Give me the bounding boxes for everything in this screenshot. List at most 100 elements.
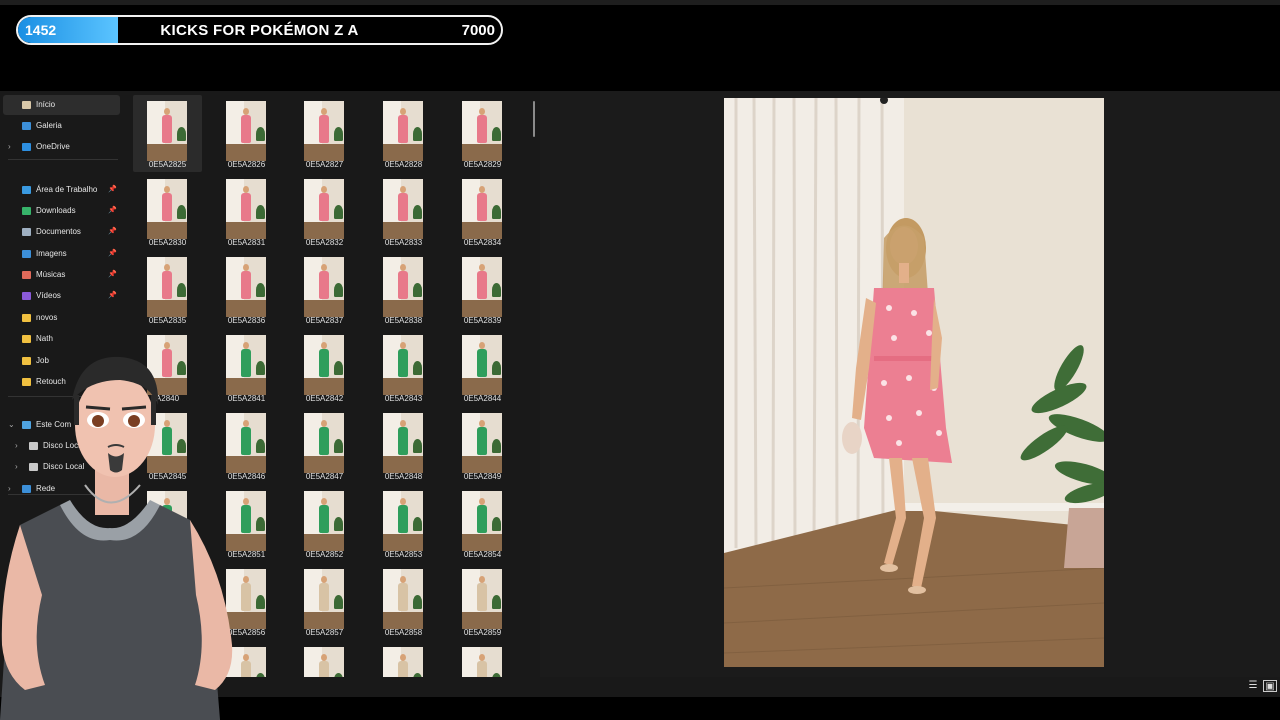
file-thumbnail-item[interactable]: 0E5A2842 xyxy=(290,329,359,406)
file-thumbnail-item[interactable]: 0E5A2837 xyxy=(290,251,359,328)
sidebar-item-galeria[interactable]: Galeria xyxy=(3,116,120,136)
file-thumbnail-item[interactable]: 0E5A2838 xyxy=(369,251,438,328)
thumbnail-image xyxy=(304,257,344,317)
file-thumbnail-item[interactable]: 0E5A2829 xyxy=(448,95,517,172)
thumbnail-image xyxy=(462,101,502,161)
file-thumbnail-item[interactable]: 0E5A2853 xyxy=(369,485,438,562)
thumbnail-image xyxy=(147,257,187,317)
file-name-label: 0E5A2847 xyxy=(305,472,344,481)
file-name-label: 0E5A2843 xyxy=(384,394,423,403)
sidebar-item-documentos[interactable]: Documentos 📌 xyxy=(3,222,120,242)
sidebar-item-label: Documentos xyxy=(36,227,81,236)
sidebar-divider xyxy=(8,159,118,160)
streamer-avatar xyxy=(0,356,233,720)
folder-icon xyxy=(22,314,31,322)
sidebar-item-label: Galeria xyxy=(36,121,62,130)
sidebar-item-in-cio[interactable]: Início xyxy=(3,95,120,115)
thumbnail-image xyxy=(462,413,502,473)
onedrive-cloud-icon xyxy=(22,143,31,151)
file-name-label: 0E5A2834 xyxy=(463,238,502,247)
documents-icon xyxy=(22,228,31,236)
file-thumbnail-item[interactable]: 0E5A2857 xyxy=(290,563,359,640)
pin-icon: 📌 xyxy=(108,271,117,278)
file-name-label: 0E5A2858 xyxy=(384,628,423,637)
pin-icon: 📌 xyxy=(108,250,117,257)
file-thumbnail-item[interactable]: 0E5A2839 xyxy=(448,251,517,328)
sidebar-item-novos[interactable]: novos xyxy=(3,308,120,328)
file-name-label: 0E5A2853 xyxy=(384,550,423,559)
file-name-label: 0E5A2825 xyxy=(148,160,187,169)
large-icons-view-icon[interactable]: ▣ xyxy=(1263,680,1277,692)
stream-goal-title: KICKS FOR POKÉMON Z A xyxy=(160,22,359,39)
thumbnail-image xyxy=(383,569,423,629)
file-name-label: 0E5A2849 xyxy=(463,472,502,481)
details-view-icon[interactable]: ☰ xyxy=(1246,680,1260,692)
thumbnail-image xyxy=(304,179,344,239)
sidebar-item-onedrive[interactable]: › OneDrive xyxy=(3,137,120,157)
file-thumbnail-item[interactable]: 0E5A2832 xyxy=(290,173,359,250)
thumbnail-image xyxy=(383,491,423,551)
file-thumbnail-item[interactable]: 0E5A2848 xyxy=(369,407,438,484)
file-thumbnail-item[interactable]: 0E5A2836 xyxy=(212,251,281,328)
file-name-label: 0E5A2839 xyxy=(463,316,502,325)
home-icon xyxy=(22,101,31,109)
file-thumbnail-item[interactable]: 0E5A2825 xyxy=(133,95,202,172)
chevron-right-icon[interactable]: › xyxy=(8,137,11,157)
file-name-label: 0E5A2852 xyxy=(305,550,344,559)
file-thumbnail-item[interactable]: 0E5A2830 xyxy=(133,173,202,250)
sidebar-item-label: Início xyxy=(36,100,56,109)
file-thumbnail-item[interactable]: 0E5A2858 xyxy=(369,563,438,640)
file-thumbnail-item[interactable]: 0E5A2834 xyxy=(448,173,517,250)
file-name-label: 0E5A2842 xyxy=(305,394,344,403)
file-thumbnail-item[interactable]: 0E5A2828 xyxy=(369,95,438,172)
file-name-label: 0E5A2830 xyxy=(148,238,187,247)
thumbnail-image xyxy=(462,257,502,317)
thumbnail-image xyxy=(304,335,344,395)
pictures-icon xyxy=(22,250,31,258)
file-thumbnail-item[interactable]: 0E5A2835 xyxy=(133,251,202,328)
videos-icon xyxy=(22,292,31,300)
file-thumbnail-item[interactable]: 0E5A2847 xyxy=(290,407,359,484)
file-name-label: 0E5A2835 xyxy=(148,316,187,325)
file-thumbnail-item[interactable]: 0E5A2849 xyxy=(448,407,517,484)
file-thumbnail-item[interactable]: 0E5A2844 xyxy=(448,329,517,406)
thumbnail-image xyxy=(304,569,344,629)
pin-icon: 📌 xyxy=(108,186,117,193)
file-thumbnail-item[interactable]: 0E5A2854 xyxy=(448,485,517,562)
file-name-label: 0E5A2836 xyxy=(227,316,266,325)
sidebar-item-m-sicas[interactable]: Músicas 📌 xyxy=(3,265,120,285)
thumbnail-image xyxy=(304,413,344,473)
file-name-label: 0E5A2837 xyxy=(305,316,344,325)
stream-goal-bar: 1452 KICKS FOR POKÉMON Z A 7000 xyxy=(16,15,503,45)
sidebar-item-downloads[interactable]: Downloads 📌 xyxy=(3,201,120,221)
pin-icon: 📌 xyxy=(108,228,117,235)
window-top-strip xyxy=(0,0,1280,5)
thumbnail-image xyxy=(383,179,423,239)
sidebar-item-label: novos xyxy=(36,313,58,322)
sidebar-item-label: Imagens xyxy=(36,249,67,258)
file-thumbnail-item[interactable]: 0E5A2859 xyxy=(448,563,517,640)
stream-goal-target: 7000 xyxy=(461,22,495,39)
thumbnail-image xyxy=(462,335,502,395)
thumbnail-image xyxy=(383,335,423,395)
file-thumbnail-item[interactable]: 0E5A2843 xyxy=(369,329,438,406)
file-thumbnail-item[interactable]: 0E5A2827 xyxy=(290,95,359,172)
sidebar-item--rea-de-trabalho[interactable]: Área de Trabalho 📌 xyxy=(3,180,120,200)
thumbnail-image xyxy=(147,179,187,239)
thumbnail-image xyxy=(462,179,502,239)
file-grid-scrollbar[interactable] xyxy=(533,101,535,137)
file-thumbnail-item[interactable] xyxy=(448,641,517,677)
sidebar-item-imagens[interactable]: Imagens 📌 xyxy=(3,244,120,264)
sidebar-item-v-deos[interactable]: Vídeos 📌 xyxy=(3,286,120,306)
file-thumbnail-item[interactable]: 0E5A2852 xyxy=(290,485,359,562)
file-name-label: 0E5A2844 xyxy=(463,394,502,403)
file-thumbnail-item[interactable]: 0E5A2833 xyxy=(369,173,438,250)
file-thumbnail-item[interactable] xyxy=(290,641,359,677)
file-thumbnail-item[interactable]: 0E5A2831 xyxy=(212,173,281,250)
sidebar-item-label: Área de Trabalho xyxy=(36,185,98,194)
file-thumbnail-item[interactable]: 0E5A2826 xyxy=(212,95,281,172)
thumbnail-image xyxy=(383,647,423,677)
file-thumbnail-item[interactable] xyxy=(369,641,438,677)
thumbnail-image xyxy=(226,257,266,317)
preview-pane xyxy=(540,91,1280,677)
